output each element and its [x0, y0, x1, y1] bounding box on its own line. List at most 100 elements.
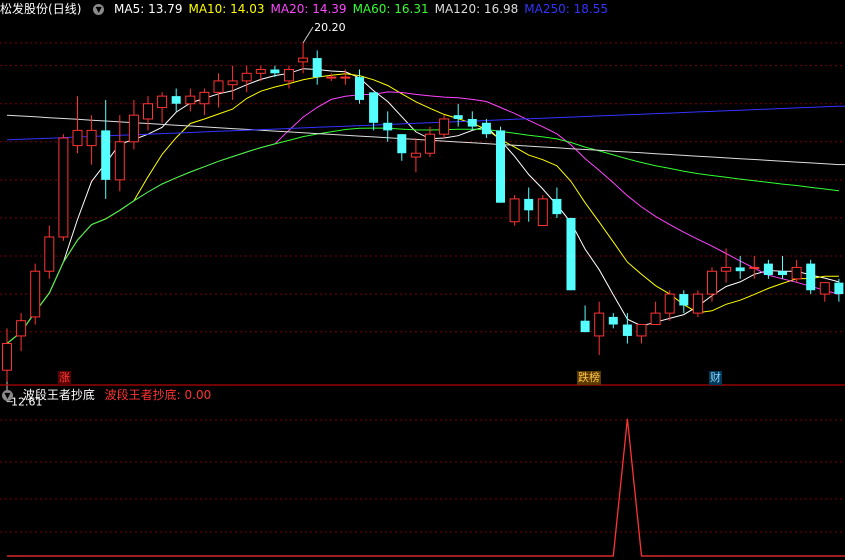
- candle-body: [679, 294, 689, 306]
- indicator-grid: [0, 419, 845, 533]
- candle[interactable]: [622, 313, 632, 344]
- candle-body: [425, 133, 435, 154]
- candle[interactable]: [425, 126, 435, 158]
- candle[interactable]: [524, 187, 534, 222]
- candle[interactable]: [58, 134, 69, 241]
- candle[interactable]: [552, 187, 562, 218]
- finance-badge[interactable]: 财: [709, 371, 722, 385]
- candle[interactable]: [650, 301, 661, 326]
- stock-name[interactable]: 松发股份: [0, 2, 48, 16]
- candle-body: [537, 198, 548, 227]
- candle[interactable]: [496, 126, 505, 203]
- candle-body: [255, 68, 266, 74]
- candle[interactable]: [30, 263, 41, 325]
- candle-body: [312, 58, 322, 78]
- candle-body: [171, 96, 181, 104]
- candle[interactable]: [241, 65, 252, 93]
- candle[interactable]: [199, 88, 210, 116]
- chevron-down-icon[interactable]: ▼: [93, 4, 105, 15]
- main-chart-header: 松发股份(日线) ▼ MA5: 13.79 MA10: 14.03 MA20: 14…: [0, 0, 620, 18]
- candle[interactable]: [355, 69, 364, 104]
- candle-body: [355, 77, 364, 100]
- candle-body: [721, 266, 732, 272]
- candle[interactable]: [509, 195, 520, 226]
- candle-body: [622, 324, 632, 336]
- candle-body: [410, 152, 421, 158]
- indicator-series-line: [7, 418, 845, 557]
- candle-body: [284, 68, 294, 82]
- candle[interactable]: [16, 313, 27, 352]
- candle[interactable]: [481, 118, 491, 138]
- ma-line-0: [6, 68, 840, 344]
- candle[interactable]: [114, 115, 125, 192]
- candle[interactable]: [312, 50, 322, 85]
- candle-body: [157, 95, 168, 109]
- candle[interactable]: [410, 138, 421, 173]
- candle-body: [594, 312, 605, 337]
- indicator-name[interactable]: 波段王者抄底: [23, 388, 95, 402]
- candle[interactable]: [819, 282, 830, 302]
- candle[interactable]: [397, 134, 407, 161]
- candle-body: [580, 320, 590, 333]
- candle[interactable]: [453, 103, 463, 127]
- candle[interactable]: [806, 259, 816, 295]
- candlesticks[interactable]: [2, 42, 844, 382]
- indicator-value: 波段王者抄底: 0.00: [104, 388, 212, 402]
- candle-body: [481, 122, 491, 135]
- candle[interactable]: [608, 313, 618, 329]
- candle-body: [566, 217, 576, 291]
- candle[interactable]: [791, 259, 802, 283]
- candle-body: [439, 118, 450, 135]
- candle[interactable]: [439, 115, 450, 138]
- candle[interactable]: [778, 256, 787, 279]
- candle[interactable]: [2, 328, 12, 382]
- candle[interactable]: [128, 99, 139, 150]
- candle[interactable]: [707, 267, 717, 302]
- candle-body: [185, 95, 196, 105]
- chevron-down-icon[interactable]: ▼: [2, 390, 13, 401]
- period-label[interactable]: (日线): [48, 2, 81, 16]
- candle-body: [496, 130, 505, 203]
- candle[interactable]: [185, 88, 196, 112]
- candle[interactable]: [227, 65, 238, 100]
- candle[interactable]: [636, 324, 647, 344]
- candle[interactable]: [721, 248, 732, 283]
- candle[interactable]: [86, 115, 97, 165]
- candle-body: [30, 270, 41, 318]
- candle-body: [58, 137, 69, 238]
- candle[interactable]: [749, 256, 760, 279]
- candle[interactable]: [467, 111, 477, 131]
- candle[interactable]: [44, 225, 55, 279]
- fall-list-badge[interactable]: 跌榜: [577, 371, 601, 385]
- candle[interactable]: [537, 195, 548, 227]
- rise-badge[interactable]: 涨: [58, 371, 71, 385]
- candle-body: [749, 266, 760, 269]
- candle[interactable]: [101, 99, 111, 199]
- candle-body: [143, 103, 153, 120]
- candle[interactable]: [213, 73, 224, 108]
- ma-line-3: [6, 127, 839, 344]
- chart-canvas[interactable]: 20.20 12.61: [0, 0, 845, 560]
- candle[interactable]: [72, 96, 83, 154]
- candle-body: [16, 320, 27, 337]
- candle[interactable]: [594, 301, 605, 355]
- candle-body: [509, 198, 520, 223]
- candle-body: [114, 141, 125, 181]
- candle[interactable]: [171, 88, 181, 112]
- ma-line-1: [6, 73, 839, 344]
- candle[interactable]: [284, 65, 294, 89]
- candle[interactable]: [580, 305, 590, 333]
- candle-body: [213, 80, 224, 93]
- candle-body: [326, 76, 337, 79]
- candle[interactable]: [664, 290, 675, 321]
- price-annotations: 20.20 12.61: [6, 21, 346, 409]
- candle[interactable]: [566, 217, 576, 291]
- high-price-label: 20.20: [314, 21, 346, 34]
- candle[interactable]: [834, 278, 844, 302]
- indicator-header: ▼ 波段王者抄底 波段王者抄底: 0.00: [0, 386, 217, 404]
- candle[interactable]: [157, 92, 168, 123]
- ma-label: MA60: 16.31: [352, 2, 429, 16]
- candle[interactable]: [143, 96, 153, 131]
- ma-label: MA20: 14.39: [270, 2, 347, 16]
- candle[interactable]: [692, 290, 703, 317]
